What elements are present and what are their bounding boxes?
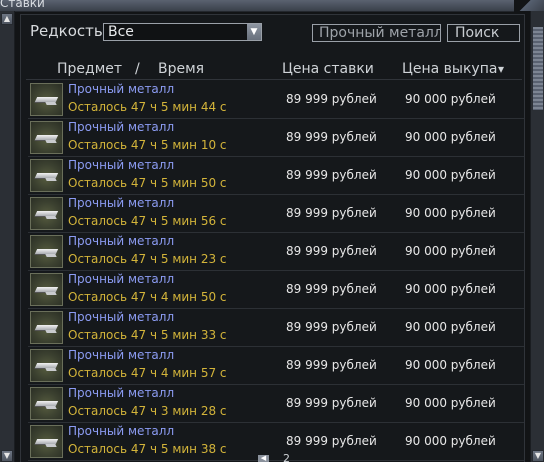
bid-price: 89 999 рублей — [286, 206, 377, 220]
left-scrollbar[interactable]: ▲ ▼ — [0, 11, 15, 462]
time-left: Осталось 47 ч 5 мин 38 с — [68, 442, 227, 456]
table-row[interactable]: Прочный металл Осталось 47 ч 5 мин 38 с … — [28, 423, 524, 461]
buyout-price: 90 000 рублей — [405, 92, 496, 106]
buyout-price: 90 000 рублей — [405, 244, 496, 258]
arrow-down-icon[interactable]: ▼ — [532, 450, 544, 462]
item-name: Прочный металл — [68, 234, 175, 248]
metal-bar-icon[interactable] — [30, 387, 63, 420]
metal-bar-icon[interactable] — [30, 197, 63, 230]
buyout-price: 90 000 рублей — [405, 358, 496, 372]
buyout-price: 90 000 рублей — [405, 168, 496, 182]
metal-bar-icon[interactable] — [30, 273, 63, 306]
item-name: Прочный металл — [68, 196, 175, 210]
item-name: Прочный металл — [68, 424, 175, 438]
table-row[interactable]: Прочный металл Осталось 47 ч 5 мин 44 с … — [28, 81, 524, 119]
rarity-select-value: Все — [108, 24, 134, 40]
item-name: Прочный металл — [68, 120, 175, 134]
bid-price: 89 999 рублей — [286, 396, 377, 410]
metal-bar-icon[interactable] — [30, 159, 63, 192]
window-titlebar: Ставки — [0, 0, 514, 12]
table-row[interactable]: Прочный металл Осталось 47 ч 5 мин 56 с … — [28, 195, 524, 233]
rarity-select[interactable]: Все ▼ — [103, 23, 262, 41]
table-row[interactable]: Прочный металл Осталось 47 ч 4 мин 50 с … — [28, 271, 524, 309]
column-header-time[interactable]: Время — [158, 61, 204, 77]
column-header-buyout[interactable]: Цена выкупа — [402, 61, 497, 77]
metal-bar-icon[interactable] — [30, 83, 63, 116]
buyout-price: 90 000 рублей — [405, 130, 496, 144]
table-row[interactable]: Прочный металл Осталось 47 ч 5 мин 10 с … — [28, 119, 524, 157]
table-row[interactable]: Прочный металл Осталось 47 ч 5 мин 23 с … — [28, 233, 524, 271]
pager-page-number[interactable]: 2 — [283, 454, 290, 462]
scrollbar-thumb[interactable] — [532, 26, 544, 111]
bid-price: 89 999 рублей — [286, 434, 377, 448]
metal-bar-icon[interactable] — [30, 121, 63, 154]
right-scrollbar[interactable]: ▼ — [530, 11, 544, 462]
arrow-left-icon[interactable]: ◀ — [258, 455, 269, 462]
titlebar-corner — [514, 0, 544, 11]
time-left: Осталось 47 ч 5 мин 10 с — [68, 138, 227, 152]
metal-bar-icon[interactable] — [30, 311, 63, 344]
sort-desc-icon[interactable]: ▾ — [498, 62, 504, 76]
buyout-price: 90 000 рублей — [405, 206, 496, 220]
auction-list: Прочный металл Осталось 47 ч 5 мин 44 с … — [28, 81, 524, 461]
metal-bar-icon[interactable] — [30, 349, 63, 382]
buyout-price: 90 000 рублей — [405, 320, 496, 334]
item-name: Прочный металл — [68, 82, 175, 96]
buyout-price: 90 000 рублей — [405, 434, 496, 448]
item-name: Прочный металл — [68, 386, 175, 400]
column-header-bid[interactable]: Цена ставки — [282, 61, 374, 77]
column-header-item[interactable]: Предмет — [57, 61, 122, 77]
table-row[interactable]: Прочный металл Осталось 47 ч 4 мин 57 с … — [28, 347, 524, 385]
bid-price: 89 999 рублей — [286, 168, 377, 182]
bid-price: 89 999 рублей — [286, 130, 377, 144]
metal-bar-icon[interactable] — [30, 235, 63, 268]
time-left: Осталось 47 ч 5 мин 56 с — [68, 214, 227, 228]
item-name: Прочный металл — [68, 158, 175, 172]
buyout-price: 90 000 рублей — [405, 282, 496, 296]
table-row[interactable]: Прочный металл Осталось 47 ч 5 мин 33 с … — [28, 309, 524, 347]
arrow-up-icon[interactable]: ▲ — [1, 13, 13, 25]
search-input[interactable]: Прочный металл — [312, 24, 441, 42]
rarity-label: Редкость — [30, 22, 103, 40]
column-header-separator: / — [135, 61, 140, 77]
header-divider — [26, 79, 522, 80]
bid-price: 89 999 рублей — [286, 244, 377, 258]
table-row[interactable]: Прочный металл Осталось 47 ч 3 мин 28 с … — [28, 385, 524, 423]
bid-price: 89 999 рублей — [286, 320, 377, 334]
bid-price: 89 999 рублей — [286, 358, 377, 372]
time-left: Осталось 47 ч 4 мин 50 с — [68, 290, 227, 304]
arrow-down-icon[interactable]: ▼ — [1, 450, 13, 462]
item-name: Прочный металл — [68, 310, 175, 324]
metal-bar-icon[interactable] — [30, 425, 63, 458]
chevron-down-icon[interactable]: ▼ — [247, 24, 261, 40]
time-left: Осталось 47 ч 5 мин 44 с — [68, 100, 227, 114]
table-row[interactable]: Прочный металл Осталось 47 ч 5 мин 50 с … — [28, 157, 524, 195]
bid-price: 89 999 рублей — [286, 92, 377, 106]
time-left: Осталось 47 ч 5 мин 50 с — [68, 176, 227, 190]
time-left: Осталось 47 ч 5 мин 33 с — [68, 328, 227, 342]
time-left: Осталось 47 ч 4 мин 57 с — [68, 366, 227, 380]
item-name: Прочный металл — [68, 348, 175, 362]
time-left: Осталось 47 ч 3 мин 28 с — [68, 404, 227, 418]
time-left: Осталось 47 ч 5 мин 23 с — [68, 252, 227, 266]
window-title: Ставки — [0, 0, 45, 10]
search-button[interactable]: Поиск — [447, 24, 520, 42]
bid-price: 89 999 рублей — [286, 282, 377, 296]
buyout-price: 90 000 рублей — [405, 396, 496, 410]
item-name: Прочный металл — [68, 272, 175, 286]
